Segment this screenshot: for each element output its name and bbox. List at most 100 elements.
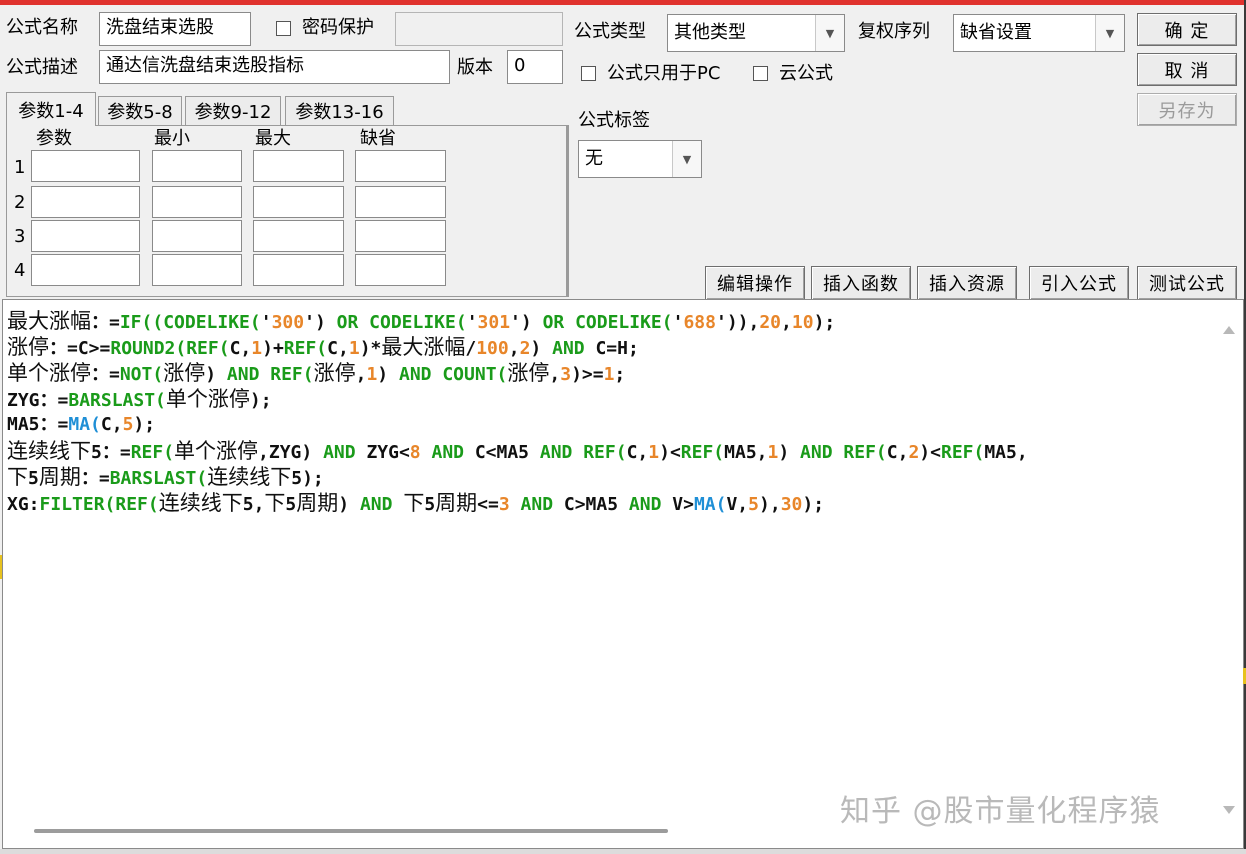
- code-token: 5);: [291, 468, 324, 489]
- code-token: COUNT(: [442, 364, 508, 385]
- confirm-button[interactable]: 确 定: [1137, 13, 1237, 46]
- param-header-default: 缺省: [360, 128, 396, 149]
- code-token: ): [778, 442, 801, 463]
- code-token: AND: [628, 494, 673, 515]
- code-token: 8: [409, 442, 421, 463]
- param-min-input[interactable]: [152, 150, 242, 182]
- code-token: REF(: [940, 442, 985, 463]
- code-token: ')): [715, 312, 749, 333]
- version-input[interactable]: 0: [507, 50, 563, 84]
- version-label: 版本: [457, 57, 493, 78]
- code-token: AND: [323, 442, 367, 463]
- code-token: 1: [603, 364, 615, 385]
- param-name-input[interactable]: [31, 254, 140, 286]
- code-token: REF(: [843, 442, 887, 463]
- test-formula-button[interactable]: 测试公式: [1137, 266, 1237, 300]
- tab-params-13-16[interactable]: 参数13-16: [285, 96, 394, 125]
- code-token: );: [133, 414, 156, 435]
- code-token: MA5,: [724, 442, 768, 463]
- insert-resource-button[interactable]: 插入资源: [917, 266, 1017, 300]
- param-default-input[interactable]: [355, 220, 446, 252]
- param-name-input[interactable]: [31, 220, 140, 252]
- code-token: C,: [100, 414, 123, 435]
- formula-tag-select[interactable]: 无 ▼: [578, 140, 702, 178]
- pc-only-checkbox[interactable]: [581, 66, 596, 81]
- code-token: '): [510, 312, 543, 333]
- formula-name-input[interactable]: 洗盘结束选股: [99, 12, 251, 46]
- param-default-input[interactable]: [355, 186, 446, 218]
- cloud-formula-checkbox[interactable]: [753, 66, 768, 81]
- param-max-input[interactable]: [253, 186, 344, 218]
- code-token: ;: [614, 364, 626, 385]
- code-token: AND: [226, 364, 271, 385]
- formula-desc-input[interactable]: 通达信洗盘结束选股指标: [99, 50, 450, 84]
- password-input[interactable]: [395, 12, 563, 46]
- param-header-max: 最大: [255, 128, 291, 149]
- code-token: CODELIKE(: [369, 312, 467, 333]
- param-row-number: 2: [14, 192, 26, 213]
- code-token: 30: [780, 494, 803, 515]
- tab-params-9-12[interactable]: 参数9-12: [185, 96, 281, 125]
- vertical-scrollbar[interactable]: [1219, 310, 1239, 815]
- code-token: ': [260, 312, 272, 333]
- tab-params-1-4[interactable]: 参数1-4: [6, 92, 96, 126]
- code-token: 1: [348, 338, 360, 359]
- cancel-button[interactable]: 取 消: [1137, 53, 1237, 86]
- param-max-input[interactable]: [253, 254, 344, 286]
- formula-tag-value: 无: [585, 148, 603, 169]
- code-token: )>=: [571, 364, 604, 385]
- pc-only-label: 公式只用于PC: [607, 63, 721, 84]
- code-token: 连续线下: [158, 491, 243, 515]
- param-min-input[interactable]: [152, 254, 242, 286]
- code-token: )<: [919, 442, 941, 463]
- password-protect-checkbox[interactable]: [276, 21, 291, 36]
- code-token: 最大涨幅: [7, 309, 91, 333]
- code-token: REF(: [583, 442, 627, 463]
- code-token: 2: [908, 442, 920, 463]
- param-max-input[interactable]: [253, 150, 344, 182]
- formula-code-editor[interactable]: 最大涨幅：=IF((CODELIKE('300') OR CODELIKE('3…: [2, 299, 1244, 849]
- code-token: ,ZYG): [258, 442, 324, 463]
- code-token: 下: [403, 491, 425, 515]
- param-max-input[interactable]: [253, 220, 344, 252]
- code-token: BARSLAST(: [109, 468, 208, 489]
- chevron-down-icon: ▼: [1095, 15, 1124, 51]
- code-token: ),: [759, 494, 781, 515]
- param-name-input[interactable]: [31, 186, 140, 218]
- code-token: NOT(: [119, 364, 164, 385]
- insert-function-button[interactable]: 插入函数: [811, 266, 911, 300]
- code-token: AND: [420, 442, 475, 463]
- tab-params-5-8[interactable]: 参数5-8: [98, 96, 182, 125]
- watermark: 知乎 @股市量化程序猿: [840, 794, 1161, 829]
- param-default-input[interactable]: [355, 150, 446, 182]
- horizontal-scrollbar[interactable]: [34, 829, 668, 833]
- rights-series-select[interactable]: 缺省设置 ▼: [953, 14, 1125, 52]
- param-name-input[interactable]: [31, 150, 140, 182]
- param-default-input[interactable]: [355, 254, 446, 286]
- chevron-down-icon: ▼: [815, 15, 844, 51]
- code-token: CODELIKE(: [575, 312, 673, 333]
- code-token: 连续线下: [207, 465, 292, 489]
- formula-type-select[interactable]: 其他类型 ▼: [667, 14, 845, 52]
- window-bottom-border: [0, 849, 1246, 854]
- code-token: ：=C>=: [49, 338, 111, 359]
- code-line: XG:FILTER(REF(连续线下5,下5周期) AND 下5周期<=3 AN…: [7, 490, 1217, 516]
- edit-operations-button[interactable]: 编辑操作: [705, 266, 805, 300]
- import-formula-button[interactable]: 引入公式: [1029, 266, 1129, 300]
- code-line: 下5周期：=BARSLAST(连续线下5);: [7, 464, 1217, 490]
- code-token: 1: [767, 442, 779, 463]
- rights-series-value: 缺省设置: [960, 22, 1032, 43]
- formula-code: 最大涨幅：=IF((CODELIKE('300') OR CODELIKE('3…: [7, 308, 1217, 516]
- param-min-input[interactable]: [152, 220, 242, 252]
- param-min-input[interactable]: [152, 186, 242, 218]
- code-token: 下: [7, 465, 28, 489]
- left-edge-marker: [0, 555, 2, 579]
- code-token: 5: [285, 494, 297, 515]
- code-token: );: [249, 390, 272, 411]
- save-as-button[interactable]: 另存为: [1137, 93, 1237, 126]
- code-token: 1: [251, 338, 263, 359]
- code-token: 300: [271, 312, 305, 333]
- code-token: 5: [122, 414, 134, 435]
- code-token: 100: [476, 338, 509, 359]
- scroll-down-icon: [1223, 806, 1235, 814]
